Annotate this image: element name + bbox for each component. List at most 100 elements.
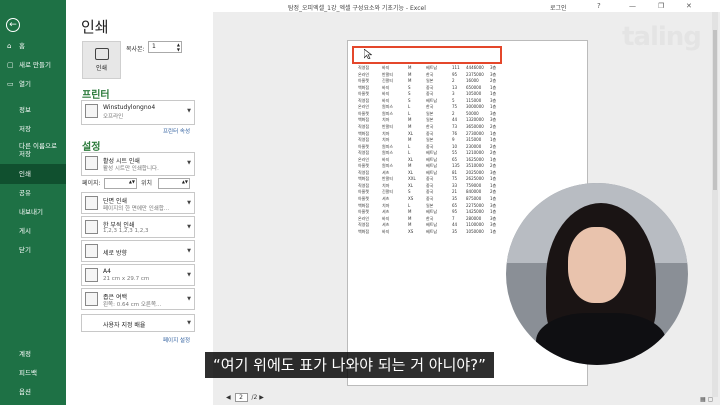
table-cell: 4446000 [466,65,484,70]
nav-item-publish[interactable]: 게시 [0,221,66,241]
nav-item-label: 홈 [19,42,25,50]
table-cell: 중국 [426,182,434,188]
table-cell: 55 [452,150,458,156]
close-icon[interactable]: ✕ [686,2,692,10]
nav-item-new[interactable]: ▢ 새로 만들기 [0,55,66,75]
table-cell: 바지 [382,97,390,103]
restore-icon[interactable]: ❐ [658,2,664,10]
table-cell: 2층 [490,163,497,169]
table-cell: 직영점 [358,137,370,143]
nav-item-account[interactable]: 계정 [19,348,31,358]
table-cell: XXL [408,176,416,182]
table-cell: 직영점 [358,222,370,228]
view-icons[interactable]: ▦ ▢ [700,396,713,403]
nav-item-options[interactable]: 옵션 [19,386,31,396]
back-arrow-icon[interactable]: ← [6,18,20,32]
printer-icon [94,48,109,60]
table-cell: 반팔티 [382,176,394,182]
table-row: 아울렛 셔츠 M 베트남 95 1425000 1층 [358,209,508,215]
table-cell: XS [408,196,414,201]
print-what-select[interactable]: 활성 시트 인쇄 활성 시트만 인쇄합니다. ▼ [81,152,195,176]
collate-desc: 1,2,3 1,2,3 1,2,3 [103,228,149,234]
next-page-icon[interactable]: ▶ [259,394,264,401]
table-cell: 2층 [490,78,497,84]
table-cell: 원피스 [382,150,394,156]
table-row: 직영점 반팔티 M 한국 73 3650000 2층 [358,124,508,130]
table-cell: 73 [452,123,458,129]
nav-item-share[interactable]: 공유 [0,183,66,203]
mouse-cursor-icon [364,49,372,59]
stepper-icon[interactable]: ▲▼ [177,42,180,52]
table-cell: 65 [452,156,458,162]
login-link[interactable]: 로그인 [550,3,567,12]
printer-properties-link[interactable]: 프린터 속성 [163,127,190,135]
table-cell: 840000 [466,189,482,195]
printer-select[interactable]: Winstudylongno4 오프라인 ▼ [81,100,195,125]
nav-item-close[interactable]: 닫기 [0,240,66,260]
table-cell: 바지 [382,84,390,90]
table-cell: XL [408,156,413,162]
nav-item-home[interactable]: ⌂ 홈 [0,36,66,56]
scaling-select[interactable]: 사용자 지정 배율 ▼ [81,314,195,332]
table-cell: 1층 [490,156,497,162]
table-cell: 중국 [426,143,434,149]
table-cell: 한국 [426,123,434,129]
nav-item-export[interactable]: 내보내기 [0,202,66,222]
nav-item-open[interactable]: ▭ 열기 [0,74,66,94]
table-row: 아울렛 셔츠 XS 중국 35 875000 1층 [358,196,508,202]
nav-item-feedback[interactable]: 피드백 [19,367,37,377]
current-page-input[interactable]: 2 [234,393,248,402]
table-cell: 65 [452,202,458,208]
preview-scrollbar[interactable] [712,12,718,397]
table-cell: 중국 [426,91,434,97]
print-button[interactable]: 인쇄 [82,41,121,79]
table-cell: 베트남 [426,150,438,156]
margins-select[interactable]: 좁은 여백 왼쪽: 0.64 cm 오른쪽... ▼ [81,288,195,310]
table-cell: 3층 [490,65,497,70]
table-row: 아울렛 긴팔티 M 일본 2 16000 2층 [358,78,508,84]
table-cell: 셔츠 [382,196,390,201]
table-cell: 치마 [382,202,390,208]
nav-item-info[interactable]: 정보 [0,100,66,120]
nav-item-save[interactable]: 저장 [0,119,66,139]
table-cell: 3층 [490,169,497,175]
table-cell: 1425000 [466,209,484,215]
folder-icon: ▭ [7,80,14,88]
table-cell: 중국 [426,84,434,90]
nav-item-save-as[interactable]: 다른 이름으로 저장 [0,140,60,162]
table-cell: 2층 [490,123,497,129]
stepper-icon[interactable]: ▲▼ [182,179,188,184]
page-setup-link[interactable]: 페이지 설정 [163,336,190,344]
table-cell: 직영점 [358,169,370,175]
scrollbar-thumb[interactable] [713,30,717,190]
table-cell: M [408,222,412,228]
window-title: 탐정_오피엑셀_1강_엑셀 구성요소와 기초기능 - Excel [288,5,426,12]
pages-from-input[interactable]: ▲▼ [104,178,137,189]
table-cell: 3층 [490,110,497,116]
nav-item-print[interactable]: 인쇄 [0,164,66,184]
table-cell: 바지 [382,91,390,97]
table-cell: 치마 [382,137,390,143]
nav-item-label: 게시 [19,227,31,235]
portrait-icon [85,244,98,258]
orientation-select[interactable]: 세로 방향 ▼ [81,240,195,262]
table-row: 백화점 치마 M 일본 44 1320000 3층 [358,117,508,123]
sides-select[interactable]: 단면 인쇄 페이지의 한 면에만 인쇄합... ▼ [81,192,195,214]
table-cell: 3층 [490,97,497,103]
paper-size-select[interactable]: A4 21 cm x 29.7 cm ▼ [81,264,195,286]
collate-select[interactable]: 한 부씩 인쇄 1,2,3 1,2,3 1,2,3 ▼ [81,216,195,238]
prev-page-icon[interactable]: ◀ [226,394,231,401]
stepper-icon[interactable]: ▲▼ [129,179,135,184]
table-cell: S [408,97,411,103]
pages-to-input[interactable]: ▲▼ [158,178,190,189]
table-cell: L [408,110,411,116]
table-cell: 1층 [490,176,497,182]
table-cell: 베트남 [426,97,438,103]
table-cell: M [408,215,412,221]
table-cell: 일본 [426,202,434,208]
page-title: 인쇄 [81,18,109,36]
help-icon[interactable]: ? [597,2,601,10]
copies-input[interactable]: 1 ▲ ▼ [148,41,182,53]
table-cell: 13 [452,84,458,90]
minimize-icon[interactable]: — [629,2,636,10]
